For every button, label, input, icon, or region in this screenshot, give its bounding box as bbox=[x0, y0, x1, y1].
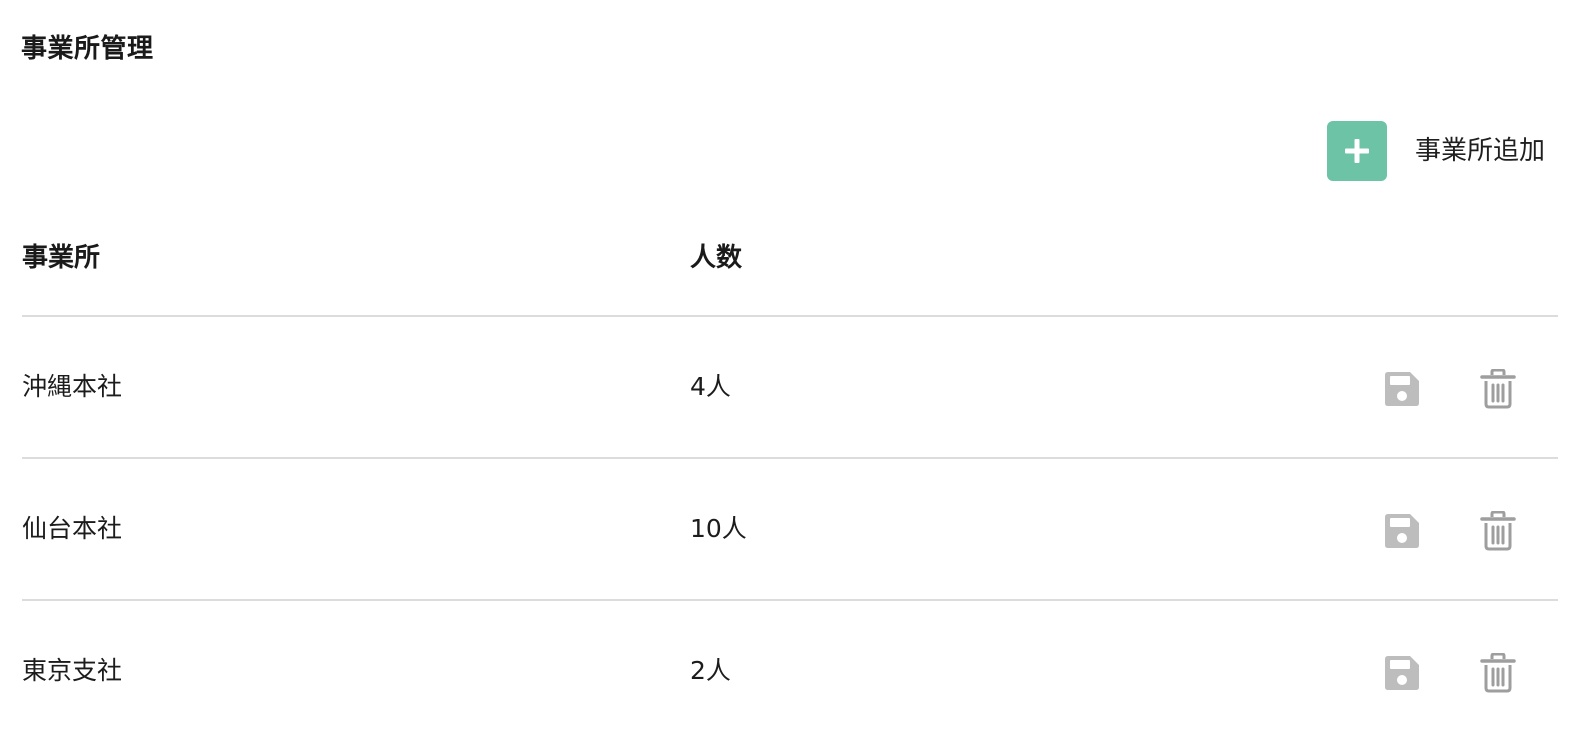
column-header-office: 事業所 bbox=[22, 243, 101, 273]
save-button[interactable] bbox=[1382, 653, 1422, 693]
office-name: 仙台本社 bbox=[22, 514, 123, 543]
page-title: 事業所管理 bbox=[21, 34, 154, 64]
row-actions bbox=[1382, 511, 1518, 551]
table-row: 仙台本社 10人 bbox=[22, 459, 1558, 601]
save-icon bbox=[1385, 514, 1419, 548]
delete-button[interactable] bbox=[1478, 511, 1518, 551]
table-row: 東京支社 2人 bbox=[22, 601, 1558, 741]
row-actions bbox=[1382, 369, 1518, 409]
trash-icon bbox=[1480, 653, 1516, 693]
add-office-label[interactable]: 事業所追加 bbox=[1415, 121, 1545, 181]
save-button[interactable] bbox=[1382, 511, 1422, 551]
office-table: 事業所 人数 沖縄本社 4人 仙台本社 10人 東京支社 2人 bbox=[22, 222, 1558, 741]
office-name: 東京支社 bbox=[22, 656, 123, 685]
plus-icon bbox=[1345, 139, 1369, 163]
trash-icon bbox=[1480, 511, 1516, 551]
office-name: 沖縄本社 bbox=[22, 372, 123, 401]
save-icon bbox=[1385, 656, 1419, 690]
save-icon bbox=[1385, 372, 1419, 406]
row-actions bbox=[1382, 653, 1518, 693]
save-button[interactable] bbox=[1382, 369, 1422, 409]
headcount: 10人 bbox=[690, 514, 747, 543]
trash-icon bbox=[1480, 369, 1516, 409]
column-header-headcount: 人数 bbox=[690, 243, 743, 273]
headcount: 2人 bbox=[690, 656, 731, 685]
delete-button[interactable] bbox=[1478, 653, 1518, 693]
add-office-area: 事業所追加 bbox=[1327, 121, 1545, 181]
headcount: 4人 bbox=[690, 372, 731, 401]
add-office-button[interactable] bbox=[1327, 121, 1387, 181]
table-row: 沖縄本社 4人 bbox=[22, 317, 1558, 459]
delete-button[interactable] bbox=[1478, 369, 1518, 409]
table-header: 事業所 人数 bbox=[22, 222, 1558, 317]
